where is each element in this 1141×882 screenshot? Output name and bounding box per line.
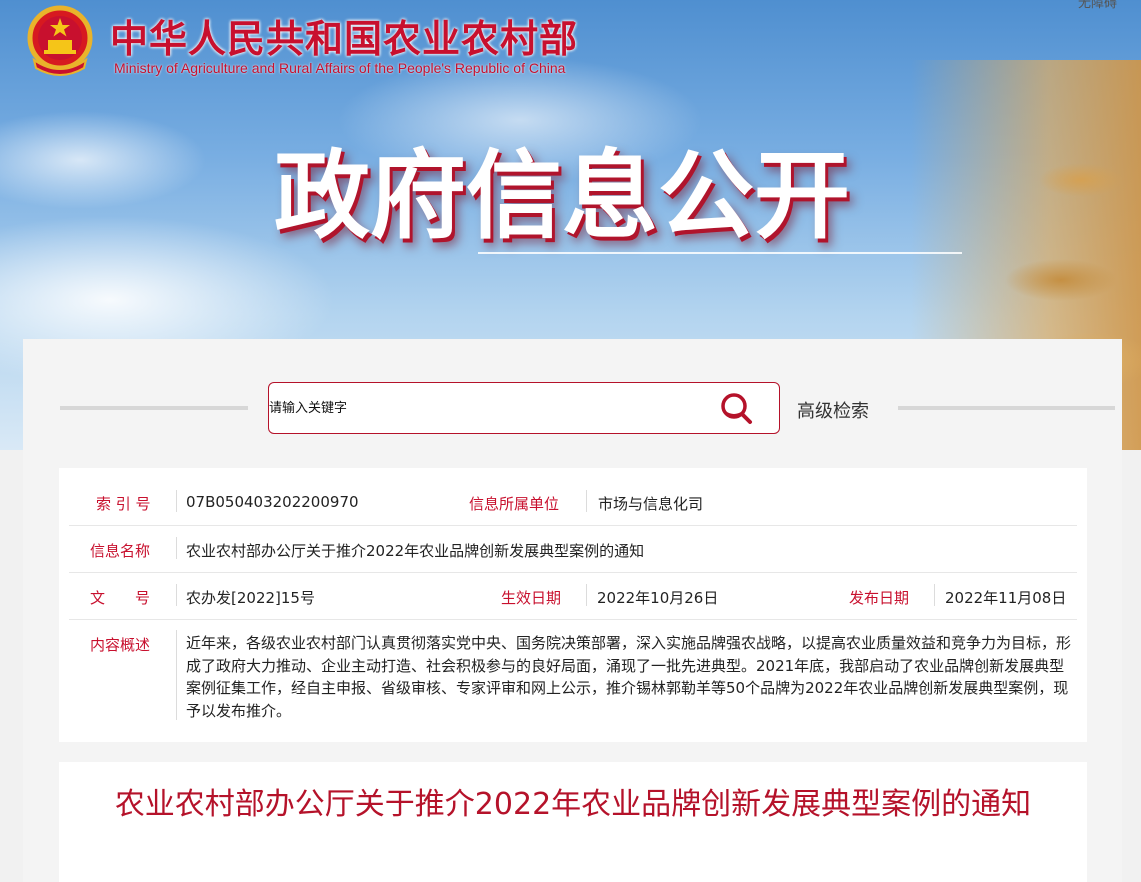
summary-label: 内容概述 (90, 636, 151, 654)
publish-date-label: 发布日期 (849, 589, 910, 607)
article-title: 农业农村部办公厅关于推介2022年农业品牌创新发展典型案例的通知 (114, 787, 1032, 822)
separator (176, 630, 177, 720)
separator (586, 584, 587, 606)
separator (176, 537, 177, 559)
separator (176, 490, 177, 512)
search-divider-left (60, 406, 248, 410)
publish-date-value: 2022年11月08日 (945, 589, 1067, 607)
separator (586, 490, 587, 512)
summary-text: 近年来，各级农业农村部门认真贯彻落实党中央、国务院决策部署，深入实施品牌强农战略… (186, 634, 1072, 720)
advanced-search-link[interactable]: 高级检索 (797, 397, 869, 423)
search-box (268, 382, 780, 434)
metadata-table: 索 引 号 07B050403202200970 信息所属单位 市场与信息化司 … (59, 468, 1087, 742)
ministry-name-en[interactable]: Ministry of Agriculture and Rural Affair… (114, 60, 565, 76)
ministry-name-cn[interactable]: 中华人民共和国农业农村部 (110, 8, 578, 63)
meta-row-name: 信息名称 农业农村部办公厅关于推介2022年农业品牌创新发展典型案例的通知 (69, 526, 1077, 573)
info-name-label: 信息名称 (90, 542, 151, 560)
meta-row-index: 索 引 号 07B050403202200970 信息所属单位 市场与信息化司 (69, 478, 1077, 526)
index-no-label: 索 引 号 (96, 495, 151, 513)
search-input[interactable] (269, 383, 709, 433)
national-emblem-icon (27, 5, 93, 76)
doc-no-value: 农办发[2022]15号 (186, 589, 315, 607)
accessibility-link[interactable]: 无障碍 (1078, 0, 1117, 11)
department-label: 信息所属单位 (469, 495, 560, 513)
department-value: 市场与信息化司 (598, 495, 704, 513)
info-name-value: 农业农村部办公厅关于推介2022年农业品牌创新发展典型案例的通知 (186, 542, 645, 560)
hero-title: 政府信息公开 (274, 140, 850, 252)
doc-no-label: 文 号 (90, 589, 151, 607)
index-no-value: 07B050403202200970 (186, 493, 359, 511)
hero-divider (478, 252, 962, 254)
effective-date-label: 生效日期 (501, 589, 562, 607)
meta-row-docno: 文 号 农办发[2022]15号 生效日期 2022年10月26日 发布日期 2… (69, 573, 1077, 620)
separator (176, 584, 177, 606)
search-icon[interactable] (719, 392, 755, 426)
separator (934, 584, 935, 606)
effective-date-value: 2022年10月26日 (597, 589, 719, 607)
search-divider-right (898, 406, 1115, 410)
article-card: 农业农村部办公厅关于推介2022年农业品牌创新发展典型案例的通知 (59, 762, 1087, 882)
